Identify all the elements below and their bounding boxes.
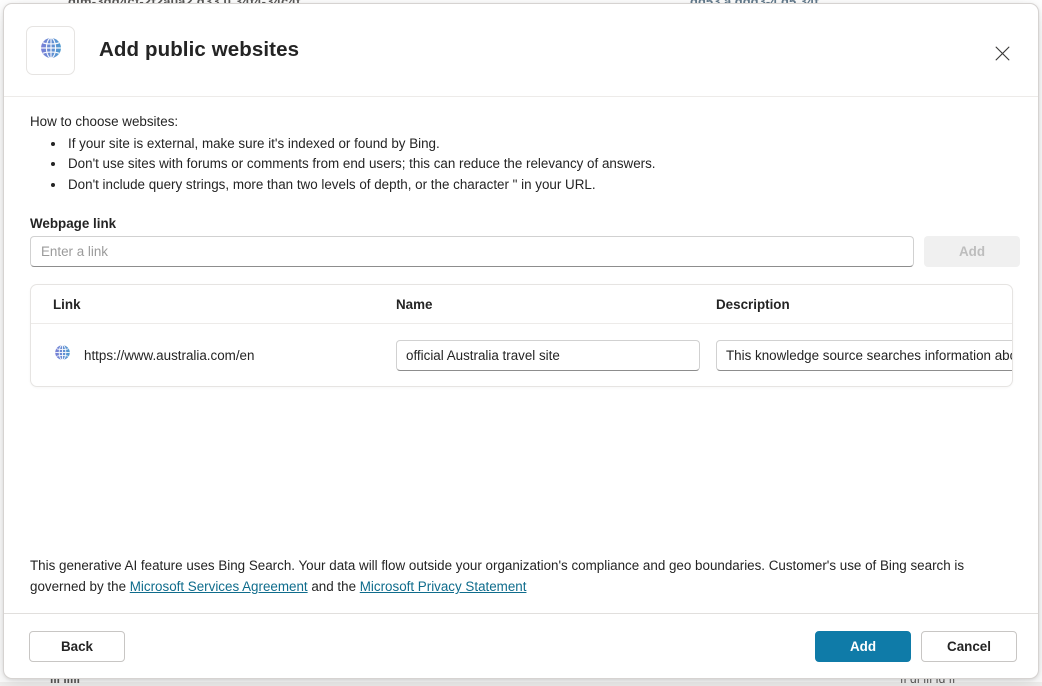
instructions-heading: How to choose websites:	[30, 111, 1013, 132]
column-header-link: Link	[53, 297, 396, 312]
row-link-text: https://www.australia.com/en	[84, 348, 254, 363]
instruction-item: If your site is external, make sure it's…	[66, 134, 1013, 154]
cell-link: https://www.australia.com/en	[53, 343, 396, 367]
webpage-link-row: Add	[30, 236, 1013, 267]
globe-icon	[53, 343, 72, 367]
cell-name	[396, 340, 716, 371]
disclaimer-part-2: and the	[308, 579, 360, 594]
header-icon-container	[26, 26, 75, 75]
dialog-header: Add public websites	[4, 4, 1038, 97]
add-public-websites-dialog: Add public websites How to choose websit…	[3, 3, 1039, 679]
instruction-item: Don't include query strings, more than t…	[66, 175, 1013, 195]
add-link-button[interactable]: Add	[924, 236, 1020, 267]
websites-table: Link Name Description	[30, 284, 1013, 387]
close-icon[interactable]	[986, 37, 1018, 69]
table-row: https://www.australia.com/en	[31, 324, 1012, 386]
disclaimer-text: This generative AI feature uses Bing Sea…	[4, 555, 1038, 597]
dialog-body: How to choose websites: If your site is …	[4, 97, 1038, 555]
row-name-input[interactable]	[396, 340, 700, 371]
dialog-footer: Back Add Cancel	[4, 613, 1038, 678]
back-button[interactable]: Back	[29, 631, 125, 662]
column-header-description: Description	[716, 297, 1012, 312]
microsoft-privacy-statement-link[interactable]: Microsoft Privacy Statement	[360, 579, 527, 594]
table-header-row: Link Name Description	[31, 285, 1012, 324]
instructions-list: If your site is external, make sure it's…	[30, 134, 1013, 195]
dialog-title: Add public websites	[99, 38, 299, 62]
row-description-input[interactable]	[716, 340, 1013, 371]
cancel-button[interactable]: Cancel	[921, 631, 1017, 662]
webpage-link-input[interactable]	[30, 236, 914, 267]
cell-description	[716, 340, 1013, 371]
globe-icon	[38, 35, 64, 66]
column-header-name: Name	[396, 297, 716, 312]
instruction-item: Don't use sites with forums or comments …	[66, 154, 1013, 174]
webpage-link-label: Webpage link	[30, 216, 1013, 231]
microsoft-services-agreement-link[interactable]: Microsoft Services Agreement	[130, 579, 308, 594]
add-button[interactable]: Add	[815, 631, 911, 662]
